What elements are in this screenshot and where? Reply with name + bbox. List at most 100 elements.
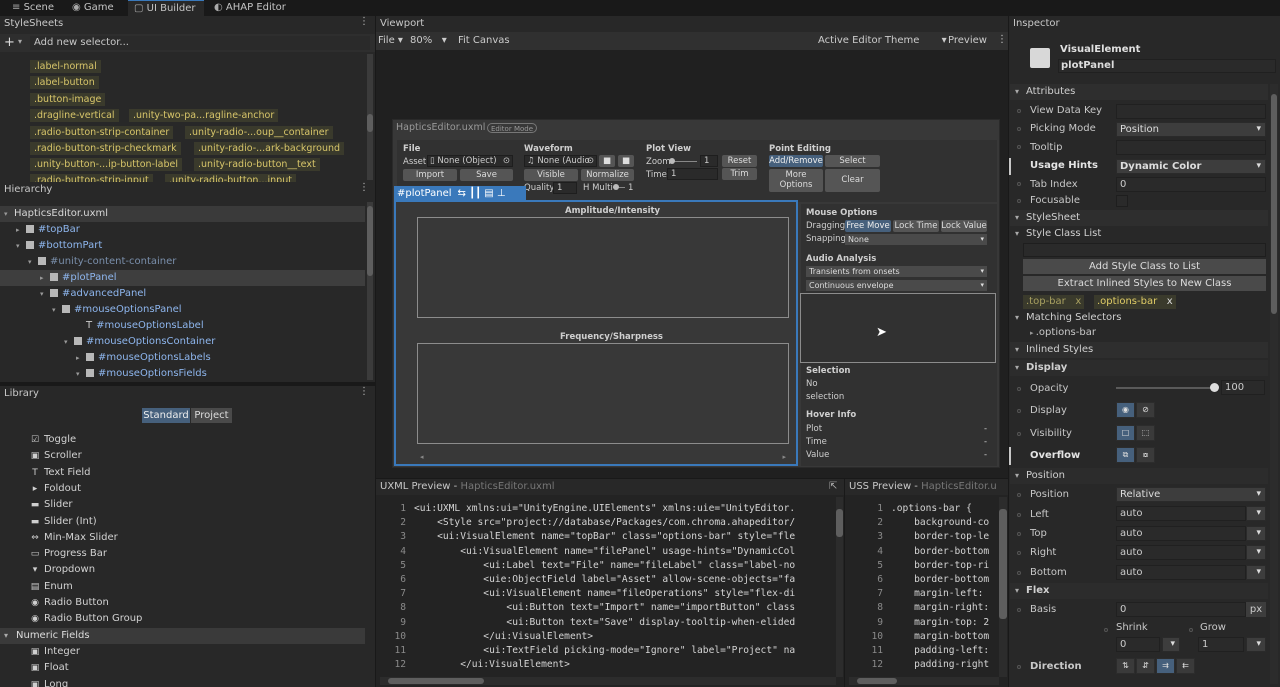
- overflow-hidden-icon[interactable]: ⧇: [1136, 447, 1155, 463]
- selector-chip[interactable]: .unity-button-...ip-button-label: [30, 158, 182, 171]
- open-external-icon[interactable]: ⇱: [829, 481, 837, 492]
- display-none-icon[interactable]: ⊘: [1136, 402, 1155, 418]
- library-item[interactable]: T Text Field: [30, 465, 90, 481]
- basis-unit[interactable]: px: [1246, 602, 1266, 617]
- transients-dropdown[interactable]: Transients from onsets: [806, 266, 987, 277]
- hierarchy-item[interactable]: ▾ #mouseOptionsPanel: [52, 302, 182, 318]
- file-menu[interactable]: File ▾: [378, 35, 403, 46]
- library-menu-icon[interactable]: ⋮: [359, 386, 369, 397]
- zoom-slider[interactable]: [669, 158, 697, 164]
- scroll-thumb[interactable]: [836, 509, 843, 537]
- play-button[interactable]: ■: [599, 155, 615, 167]
- audio-object-field[interactable]: ♫ None (Audio ⊙: [524, 155, 597, 167]
- grow-field[interactable]: 1: [1198, 637, 1244, 652]
- chevron-right-icon[interactable]: ▸: [16, 222, 24, 238]
- frequency-plot[interactable]: [417, 343, 789, 444]
- remove-class-icon[interactable]: x: [1075, 296, 1081, 307]
- plot-scrollbar[interactable]: ◂ ▸: [417, 453, 789, 462]
- select-button[interactable]: Select: [825, 155, 880, 167]
- tab-scene[interactable]: ≡ Scene: [6, 0, 62, 16]
- stylesheets-menu-icon[interactable]: ⋮: [359, 16, 369, 27]
- code-line[interactable]: border-top-le: [891, 530, 997, 544]
- right-unit-dropdown[interactable]: [1246, 545, 1266, 560]
- opacity-field[interactable]: 100: [1221, 380, 1265, 395]
- direction-column-icon[interactable]: ⇅: [1116, 658, 1135, 674]
- lock-value-button[interactable]: Lock Value: [941, 220, 987, 232]
- library-tab-standard[interactable]: Standard: [142, 408, 190, 423]
- selector-chip[interactable]: .radio-button-strip-checkmark: [30, 142, 181, 155]
- code-line[interactable]: <ui:Button text="Import" name="importBut…: [414, 601, 834, 615]
- tab-game[interactable]: ◉ Game: [66, 0, 122, 16]
- selector-chip[interactable]: .radio-button-strip-input: [30, 174, 153, 182]
- tab-ui-builder[interactable]: ▢ UI Builder: [128, 0, 204, 16]
- clear-button[interactable]: Clear: [825, 169, 880, 192]
- chevron-down-icon[interactable]: ▾: [4, 206, 12, 222]
- code-line[interactable]: <ui:Button text="Save" display-tooltip-w…: [414, 616, 834, 630]
- direction-row-reverse-icon[interactable]: ⇇: [1176, 658, 1195, 674]
- library-tab-project[interactable]: Project: [191, 408, 232, 423]
- stylesheet-section[interactable]: StyleSheet: [1010, 210, 1268, 226]
- opacity-slider[interactable]: [1116, 383, 1219, 392]
- uxml-vscrollbar[interactable]: [836, 497, 843, 677]
- uxml-hscrollbar[interactable]: [380, 677, 836, 685]
- left-field[interactable]: auto: [1116, 506, 1246, 521]
- asset-object-field[interactable]: ▯ None (Object) ⊙: [427, 155, 513, 167]
- inspector-scrollbar[interactable]: [1270, 84, 1278, 684]
- remove-class-icon[interactable]: x: [1167, 296, 1173, 307]
- top-unit-dropdown[interactable]: [1246, 526, 1266, 541]
- scroll-thumb[interactable]: [999, 509, 1007, 619]
- slider-handle[interactable]: [669, 158, 675, 164]
- uss-hscrollbar[interactable]: [849, 677, 999, 685]
- scroll-thumb[interactable]: [1271, 94, 1277, 314]
- library-item[interactable]: ▤ Enum: [30, 579, 73, 595]
- selector-chip[interactable]: .radio-button-strip-container: [30, 126, 174, 139]
- reset-button[interactable]: Reset: [722, 155, 757, 167]
- hierarchy-item[interactable]: ▸ #plotPanel: [0, 270, 365, 286]
- add-remove-button[interactable]: Add/Remove: [769, 155, 823, 167]
- trim-button[interactable]: Trim: [722, 168, 757, 180]
- target-icon[interactable]: ⊙: [503, 156, 510, 166]
- theme-dropdown[interactable]: Active Editor Theme ▾: [818, 35, 947, 46]
- normalize-button[interactable]: Normalize: [581, 169, 634, 181]
- chevron-down-icon[interactable]: ▾: [64, 334, 72, 350]
- shrink-unit-dropdown[interactable]: [1162, 637, 1180, 652]
- overflow-visible-icon[interactable]: ⧉: [1116, 447, 1135, 463]
- library-item[interactable]: ▣ Scroller: [30, 448, 82, 464]
- code-line[interactable]: <ui:VisualElement name="topBar" class="o…: [414, 530, 834, 544]
- code-line[interactable]: <ui:VisualElement name="filePanel" usage…: [414, 545, 834, 559]
- visible-button[interactable]: Visible: [524, 169, 578, 181]
- right-field[interactable]: auto: [1116, 545, 1246, 560]
- slider-handle[interactable]: [1210, 383, 1219, 392]
- direction-row-icon[interactable]: ⇉: [1156, 658, 1175, 674]
- hierarchy-item[interactable]: ▾ #advancedPanel: [40, 286, 146, 302]
- element-name-field[interactable]: plotPanel: [1058, 59, 1276, 73]
- display-flex-icon[interactable]: ◉: [1116, 402, 1135, 418]
- code-line[interactable]: background-co: [891, 516, 997, 530]
- stylesheets-scrollbar[interactable]: [367, 54, 373, 180]
- focusable-checkbox[interactable]: [1116, 195, 1128, 207]
- stop-button[interactable]: ■: [618, 155, 634, 167]
- hierarchy-item[interactable]: ▸ #topBar: [16, 222, 80, 238]
- target-icon[interactable]: ⊙: [587, 156, 594, 166]
- flex-section[interactable]: Flex: [1010, 583, 1268, 599]
- hierarchy-item[interactable]: T #mouseOptionsLabel: [76, 318, 204, 334]
- editor-mode-badge[interactable]: Editor Mode: [487, 123, 538, 133]
- code-line[interactable]: <uie:ObjectField label="Asset" allow-sce…: [414, 573, 834, 587]
- chevron-right-icon[interactable]: ▸: [40, 270, 48, 286]
- preview-button[interactable]: Preview: [948, 35, 987, 46]
- layout-icons[interactable]: ⇆ ┃┃ ▤ ⊥: [458, 188, 506, 199]
- selector-chip[interactable]: .unity-radio-button...input: [165, 174, 296, 182]
- save-button[interactable]: Save: [460, 169, 513, 181]
- slider-handle[interactable]: [613, 184, 619, 190]
- selector-chip[interactable]: .label-button: [30, 76, 99, 89]
- scroll-thumb[interactable]: [367, 206, 373, 276]
- chevron-down-icon[interactable]: ▾: [40, 286, 48, 302]
- selector-chip[interactable]: .unity-radio-button__text: [194, 158, 320, 171]
- code-line[interactable]: <ui:VisualElement name="fileOperations" …: [414, 587, 834, 601]
- uss-vscrollbar[interactable]: [999, 497, 1007, 677]
- chevron-down-icon[interactable]: ▾: [76, 366, 84, 382]
- library-item[interactable]: ▣ Long: [30, 677, 68, 687]
- scroll-right-icon[interactable]: ▸: [782, 453, 786, 461]
- bottom-field[interactable]: auto: [1116, 565, 1246, 580]
- inlined-styles-section[interactable]: Inlined Styles: [1010, 342, 1268, 358]
